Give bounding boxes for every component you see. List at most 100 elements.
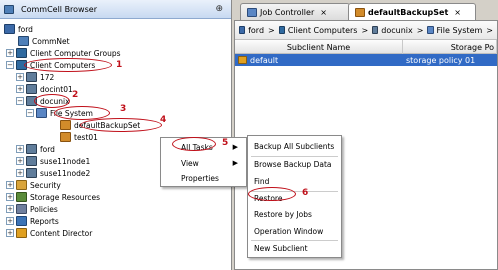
cell-storage-policy: storage policy 01 — [406, 55, 476, 65]
annotation-oval-client-computers — [24, 58, 112, 72]
menu-item-find[interactable]: Find — [254, 174, 269, 188]
expand-icon[interactable]: + — [16, 73, 24, 81]
step-number-3: 3 — [120, 104, 127, 114]
tree-item-label: suse11node1 — [40, 156, 91, 166]
policies-icon — [16, 204, 27, 214]
breadcrumb-separator: > — [361, 25, 369, 35]
tree-item-label: ford — [40, 144, 55, 154]
backupset-icon — [355, 7, 365, 17]
group-icon — [278, 26, 285, 34]
filesystem-icon — [36, 108, 47, 118]
menu-item-properties[interactable]: Properties — [163, 171, 244, 185]
computer-icon — [26, 168, 37, 178]
collapse-icon[interactable]: − — [16, 97, 24, 105]
content-director-icon — [16, 228, 27, 238]
commnet-icon — [18, 36, 29, 46]
backupset-icon — [60, 120, 71, 130]
breadcrumb-item-docunix[interactable]: docunix — [381, 26, 412, 35]
breadcrumb: ford > Client Computers > docunix > File… — [235, 21, 497, 40]
commcell-browser-icon — [4, 4, 14, 14]
column-header-subclient-name[interactable]: Subclient Name — [235, 40, 403, 54]
tree-item-label: Reports — [30, 216, 59, 226]
step-number-6: 6 — [302, 188, 309, 198]
annotation-oval-docunix — [34, 94, 70, 108]
menu-item-operation-window[interactable]: Operation Window — [254, 224, 323, 238]
close-icon[interactable]: × — [320, 8, 327, 17]
cell-subclient-name: default — [235, 54, 403, 66]
tree-item-suse11node2[interactable]: + suse11node2 — [16, 167, 90, 179]
menu-item-label: View — [181, 158, 199, 168]
backupset-icon — [60, 132, 71, 142]
tree-item-label: Storage Resources — [30, 192, 101, 202]
table-row[interactable]: default storage policy 01 — [235, 54, 497, 66]
server-icon — [239, 26, 246, 34]
storage-icon — [16, 192, 27, 202]
tab-defaultbackupset[interactable]: defaultBackupSet × — [348, 3, 476, 20]
tree-item-172[interactable]: + 172 — [16, 71, 54, 83]
tree-item-policies[interactable]: + Policies — [6, 203, 58, 215]
step-number-2: 2 — [72, 90, 79, 100]
breadcrumb-item-file-system[interactable]: File System — [437, 26, 483, 35]
breadcrumb-separator: > — [268, 25, 275, 35]
tree-item-reports[interactable]: + Reports — [6, 215, 59, 227]
tree-item-label: Content Director — [30, 228, 93, 238]
tab-job-controller[interactable]: Job Controller × — [240, 3, 350, 20]
tree-item-label: CommNet — [32, 36, 70, 46]
expand-icon[interactable]: + — [6, 229, 14, 237]
expand-icon[interactable]: + — [6, 193, 14, 201]
menu-item-view[interactable]: View ▶ — [163, 156, 244, 170]
tree-item-label: Policies — [30, 204, 58, 214]
tree-item-commnet[interactable]: CommNet — [18, 35, 70, 47]
expand-icon[interactable]: + — [16, 169, 24, 177]
group-icon — [16, 48, 27, 58]
tab-strip: Job Controller × defaultBackupSet × — [234, 3, 498, 20]
pin-icon[interactable]: ⊕ — [215, 4, 223, 14]
menu-item-new-subclient[interactable]: New Subclient — [254, 241, 308, 255]
grid-header: Subclient Name Storage Po — [235, 40, 497, 54]
collapse-icon[interactable]: − — [6, 61, 14, 69]
subclient-icon — [238, 56, 247, 64]
menu-item-label: Properties — [181, 173, 219, 183]
computer-icon — [372, 26, 379, 34]
tree-item-ford[interactable]: + ford — [16, 143, 55, 155]
tree-item-test01[interactable]: test01 — [60, 131, 98, 143]
submenu-arrow-icon: ▶ — [232, 159, 238, 167]
commcell-browser-panel: CommCell Browser ⊕ ford CommNet + Client… — [0, 0, 232, 270]
commcell-browser-title-bar: CommCell Browser ⊕ — [0, 0, 231, 19]
column-header-storage-policy[interactable]: Storage Po — [403, 40, 497, 54]
breadcrumb-item-client-computers[interactable]: Client Computers — [288, 26, 358, 35]
breadcrumb-more[interactable]: > — [486, 26, 493, 35]
tree-item-label: 172 — [40, 72, 55, 82]
tab-label: defaultBackupSet — [368, 7, 449, 17]
step-number-4: 4 — [160, 115, 167, 125]
annotation-oval-defaultbackupset — [80, 118, 162, 132]
menu-item-restore-by-jobs[interactable]: Restore by Jobs — [254, 207, 312, 221]
tree-item-docint01[interactable]: + docint01 — [16, 83, 73, 95]
cell-text: default — [250, 55, 279, 65]
computer-icon — [26, 72, 37, 82]
reports-icon — [16, 216, 27, 226]
tree-item-security[interactable]: + Security — [6, 179, 61, 191]
expand-icon[interactable]: + — [16, 85, 24, 93]
tree-item-label: suse11node2 — [40, 168, 91, 178]
expand-icon[interactable]: + — [6, 205, 14, 213]
menu-item-browse-backup-data[interactable]: Browse Backup Data — [254, 157, 331, 171]
tree-item-label: Security — [30, 180, 61, 190]
tree-item-storage-resources[interactable]: + Storage Resources — [6, 191, 100, 203]
expand-icon[interactable]: + — [16, 145, 24, 153]
expand-icon[interactable]: + — [6, 217, 14, 225]
expand-icon[interactable]: + — [6, 181, 14, 189]
tree-item-ford-root[interactable]: ford — [4, 23, 33, 35]
menu-item-backup-all-subclients[interactable]: Backup All Subclients — [254, 139, 334, 153]
breadcrumb-item-ford[interactable]: ford — [248, 26, 264, 35]
collapse-icon[interactable]: − — [26, 109, 34, 117]
expand-icon[interactable]: + — [6, 49, 14, 57]
job-controller-icon — [247, 7, 257, 17]
annotation-oval-restore — [248, 187, 296, 201]
computer-icon — [26, 84, 37, 94]
close-icon[interactable]: × — [454, 8, 461, 17]
expand-icon[interactable]: + — [16, 157, 24, 165]
tree-item-content-director[interactable]: + Content Director — [6, 227, 92, 239]
server-icon — [4, 24, 15, 34]
tree-item-suse11node1[interactable]: + suse11node1 — [16, 155, 90, 167]
